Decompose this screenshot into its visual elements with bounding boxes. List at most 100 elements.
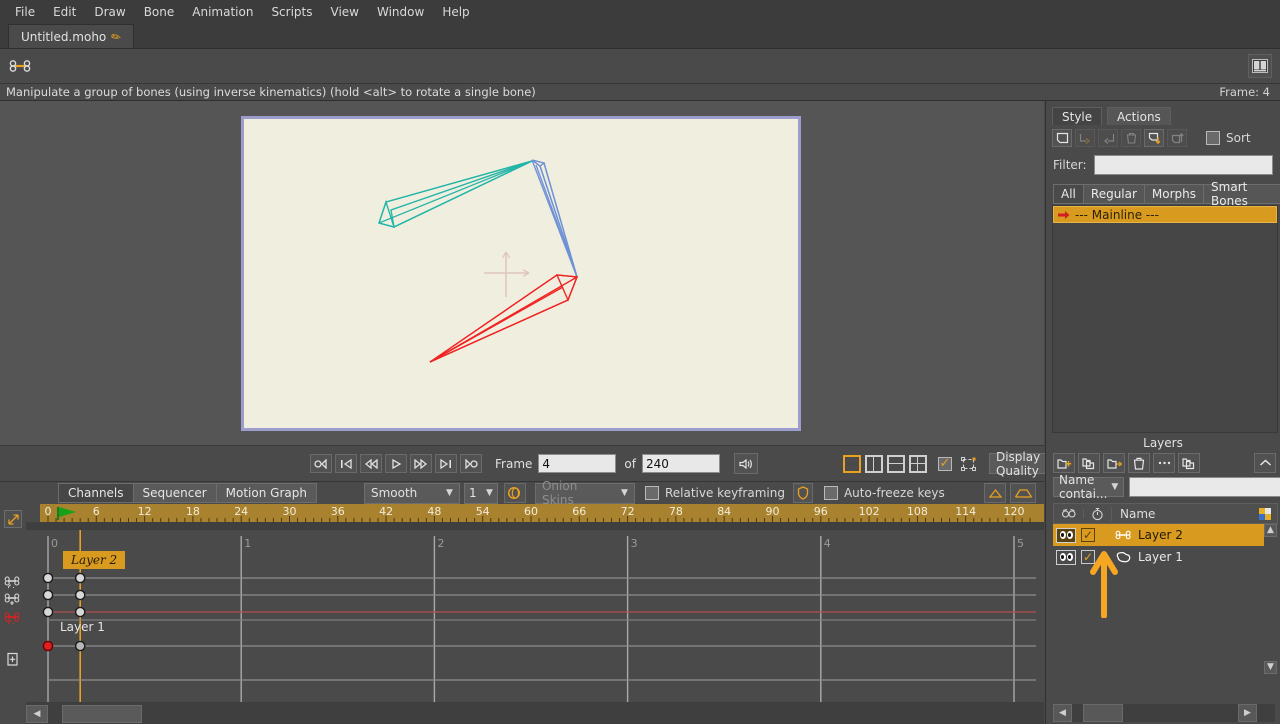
new-action-icon[interactable]	[1052, 129, 1072, 147]
insert-action-down-icon[interactable]	[1144, 129, 1164, 147]
action-list[interactable]: --- Mainline ---	[1052, 205, 1278, 433]
category-tab-all[interactable]: All	[1053, 184, 1084, 204]
hscroll-thumb[interactable]	[62, 705, 142, 723]
timeline-ruler[interactable]: 0 6 12 18 24 30 36 42 48 54 60 66 72 78 84 90 96 102 108 11…	[40, 504, 1044, 522]
canvas-viewport[interactable]	[0, 101, 1044, 445]
next-keyframe-button[interactable]	[435, 454, 457, 473]
menu-item-view[interactable]: View	[322, 2, 368, 22]
tab-motion-graph[interactable]: Motion Graph	[215, 483, 317, 503]
timeline-hscrollbar[interactable]: ◀	[26, 702, 1044, 724]
view-mode-three-pane[interactable]	[886, 454, 905, 473]
tab-channels[interactable]: Channels	[58, 483, 134, 503]
bone-translate-channel-icon[interactable]	[0, 590, 26, 608]
timeline-body[interactable]: 012345 Layer 2 Layer 1	[26, 522, 1044, 702]
document-tab-strip: Untitled.moho ✏	[0, 23, 1280, 49]
total-frames-input[interactable]	[641, 454, 720, 473]
speaker-icon[interactable]	[733, 453, 758, 474]
expand-timeline-button[interactable]	[4, 510, 22, 528]
svg-text:1: 1	[244, 537, 251, 550]
auto-freeze-keys-checkbox[interactable]: ✓	[823, 486, 838, 500]
copy-action-left-icon[interactable]	[1098, 129, 1118, 147]
tab-sequencer[interactable]: Sequencer	[132, 483, 217, 503]
menu-item-help[interactable]: Help	[433, 2, 478, 22]
document-tab[interactable]: Untitled.moho ✏	[8, 24, 135, 48]
ease-in-icon[interactable]	[984, 483, 1006, 503]
layer-search-mode-dropdown[interactable]: Name contai... ▼	[1053, 473, 1125, 501]
menu-item-bone[interactable]: Bone	[135, 2, 184, 22]
frame-input[interactable]	[538, 454, 617, 473]
layer-search-input[interactable]	[1129, 477, 1280, 497]
view-mode-two-pane[interactable]	[864, 454, 883, 473]
duplicate-layer-icon[interactable]	[1078, 453, 1100, 473]
sort-checkbox[interactable]: ✓	[1206, 131, 1220, 145]
view-toggle-checkbox[interactable]: ✓	[937, 456, 952, 471]
bone-selected-channel-icon[interactable]	[0, 608, 26, 626]
auto-freeze-keys-label: Auto-freeze keys	[843, 486, 945, 500]
panels-layout-icon[interactable]	[1248, 54, 1272, 78]
red-arrow-icon	[1058, 210, 1070, 220]
menu-item-draw[interactable]: Draw	[85, 2, 134, 22]
svg-text:12: 12	[138, 505, 152, 518]
category-tab-morphs[interactable]: Morphs	[1143, 184, 1205, 204]
layers-scroll-left-button[interactable]: ◀	[1053, 704, 1072, 722]
tab-style[interactable]: Style	[1052, 107, 1103, 125]
tab-actions[interactable]: Actions	[1106, 107, 1171, 125]
svg-text:66: 66	[572, 505, 586, 518]
action-row-label: --- Mainline ---	[1075, 207, 1159, 222]
document-paper[interactable]	[241, 116, 801, 431]
action-row-mainline[interactable]: --- Mainline ---	[1053, 206, 1277, 223]
menu-item-animation[interactable]: Animation	[183, 2, 262, 22]
previous-keyframe-button[interactable]	[335, 454, 357, 473]
play-button[interactable]	[385, 454, 407, 473]
layers-hscrollbar[interactable]: ◀ ▶	[1053, 704, 1275, 722]
interpolation-value-dropdown[interactable]: 1 ▼	[463, 482, 498, 504]
layer-list-vscrollbar[interactable]: ▲ ▼	[1264, 524, 1278, 674]
menu-item-file[interactable]: File	[6, 2, 44, 22]
selection-bounds-icon[interactable]	[960, 456, 977, 472]
layers-hscroll-thumb[interactable]	[1083, 704, 1123, 722]
scroll-left-button[interactable]: ◀	[26, 705, 48, 723]
category-tab-smart-bones[interactable]: Smart Bones	[1203, 180, 1280, 208]
relative-keyframing-checkbox[interactable]: ✓	[644, 486, 659, 500]
collapse-panel-icon[interactable]	[1254, 453, 1276, 473]
layer-transform-channel-icon[interactable]	[0, 650, 26, 668]
copy-action-right-icon[interactable]	[1075, 129, 1095, 147]
view-mode-four-pane[interactable]	[908, 454, 927, 473]
filter-input[interactable]	[1093, 155, 1273, 175]
layer-scroll-down-button[interactable]: ▼	[1264, 661, 1277, 674]
shield-icon[interactable]	[792, 483, 813, 503]
cycle-icon[interactable]	[503, 483, 526, 503]
step-back-button[interactable]	[360, 454, 382, 473]
triangle-right-icon: ▶	[1244, 707, 1251, 718]
delete-action-icon[interactable]	[1121, 129, 1141, 147]
more-options-icon[interactable]	[1153, 453, 1175, 473]
layer-row-layer2[interactable]: ✓ Layer 2	[1053, 524, 1278, 546]
interpolation-dropdown[interactable]: Smooth ▼	[363, 482, 460, 504]
color-swatch-icon[interactable]	[1259, 507, 1277, 520]
bone-rotate-channel-icon[interactable]	[0, 572, 26, 590]
stopwatch-icon[interactable]	[1084, 506, 1112, 521]
ease-both-icon[interactable]	[1010, 483, 1036, 503]
export-layer-icon[interactable]	[1103, 453, 1125, 473]
view-mode-single[interactable]	[842, 454, 861, 473]
eye-icon[interactable]	[1054, 509, 1084, 518]
onion-skins-dropdown[interactable]: Onion Skins ▼	[534, 479, 635, 507]
layers-scroll-right-button[interactable]: ▶	[1238, 704, 1257, 722]
step-forward-button[interactable]	[410, 454, 432, 473]
visibility-toggle[interactable]	[1056, 549, 1076, 565]
layer-scroll-up-button[interactable]: ▲	[1264, 524, 1277, 537]
group-layers-icon[interactable]	[1178, 453, 1200, 473]
menu-item-window[interactable]: Window	[368, 2, 433, 22]
menu-item-edit[interactable]: Edit	[44, 2, 85, 22]
render-toggle[interactable]: ✓	[1081, 528, 1095, 542]
category-tab-regular[interactable]: Regular	[1082, 184, 1145, 204]
menu-item-scripts[interactable]: Scripts	[262, 2, 321, 22]
of-label: of	[624, 456, 636, 471]
visibility-toggle[interactable]	[1056, 527, 1076, 543]
delete-layer-icon[interactable]	[1128, 453, 1150, 473]
jump-to-end-button[interactable]	[460, 454, 482, 473]
layer-list[interactable]: ✓ Layer 2 ✓ Layer 1 ▲ ▼	[1053, 524, 1278, 674]
insert-action-up-icon[interactable]	[1167, 129, 1187, 147]
new-layer-icon[interactable]	[1053, 453, 1075, 473]
jump-to-start-button[interactable]	[310, 454, 332, 473]
